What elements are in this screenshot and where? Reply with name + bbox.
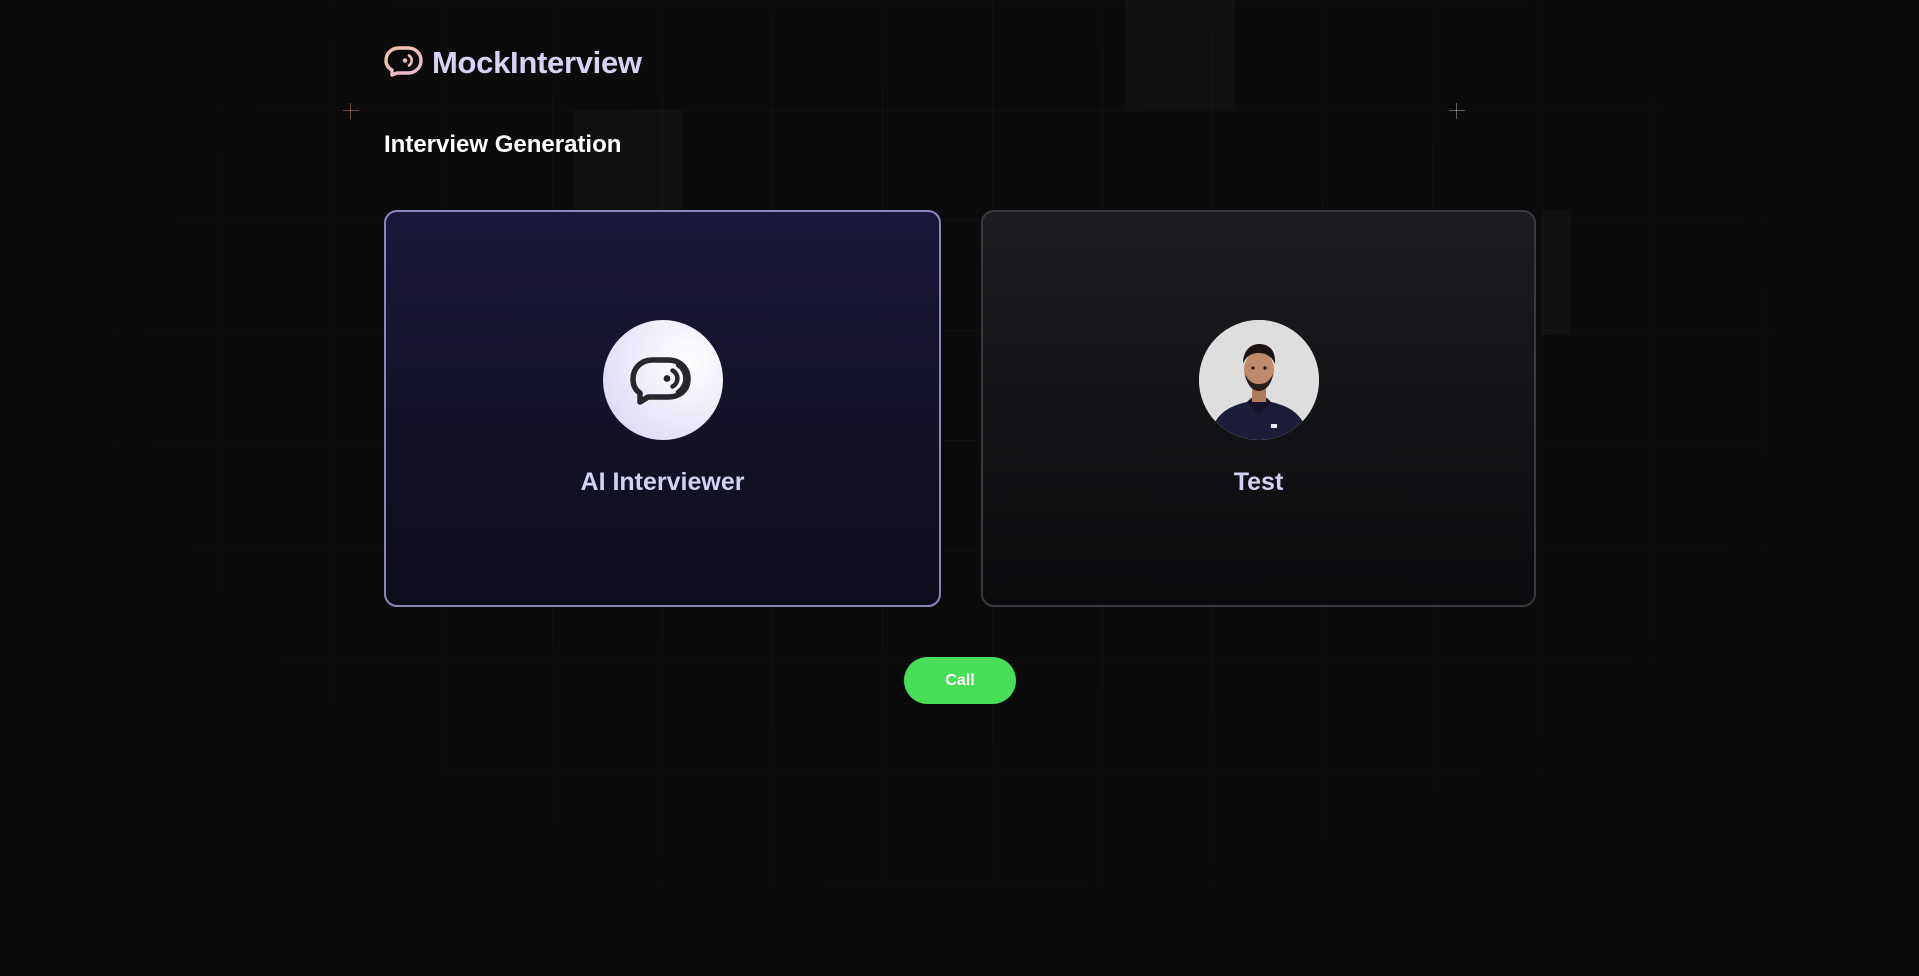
- call-button[interactable]: Call: [904, 657, 1016, 704]
- brand-logo[interactable]: MockInterview: [384, 44, 642, 82]
- chat-bubble-audio-icon: [384, 46, 423, 77]
- avatar: [1198, 320, 1319, 440]
- chat-bubble-audio-icon: [629, 357, 691, 405]
- background-grid: [0, 0, 1919, 975]
- sparkle-decoration: [343, 103, 359, 119]
- user-photo-icon: [1198, 320, 1319, 440]
- card-label: AI Interviewer: [580, 468, 745, 496]
- background-tile: [573, 110, 683, 210]
- card-label: Test: [1233, 468, 1284, 496]
- avatar: [602, 320, 723, 440]
- interviewer-card-test[interactable]: Test: [981, 210, 1536, 607]
- page: MockInterview Interview Generation AI In…: [0, 0, 1919, 975]
- page-title: Interview Generation: [384, 131, 622, 158]
- background-tile: [1125, 0, 1235, 110]
- interviewer-card-ai[interactable]: AI Interviewer: [384, 210, 941, 607]
- brand-name: MockInterview: [432, 45, 642, 80]
- background-tile: [1541, 210, 1571, 335]
- sparkle-decoration: [1449, 103, 1465, 119]
